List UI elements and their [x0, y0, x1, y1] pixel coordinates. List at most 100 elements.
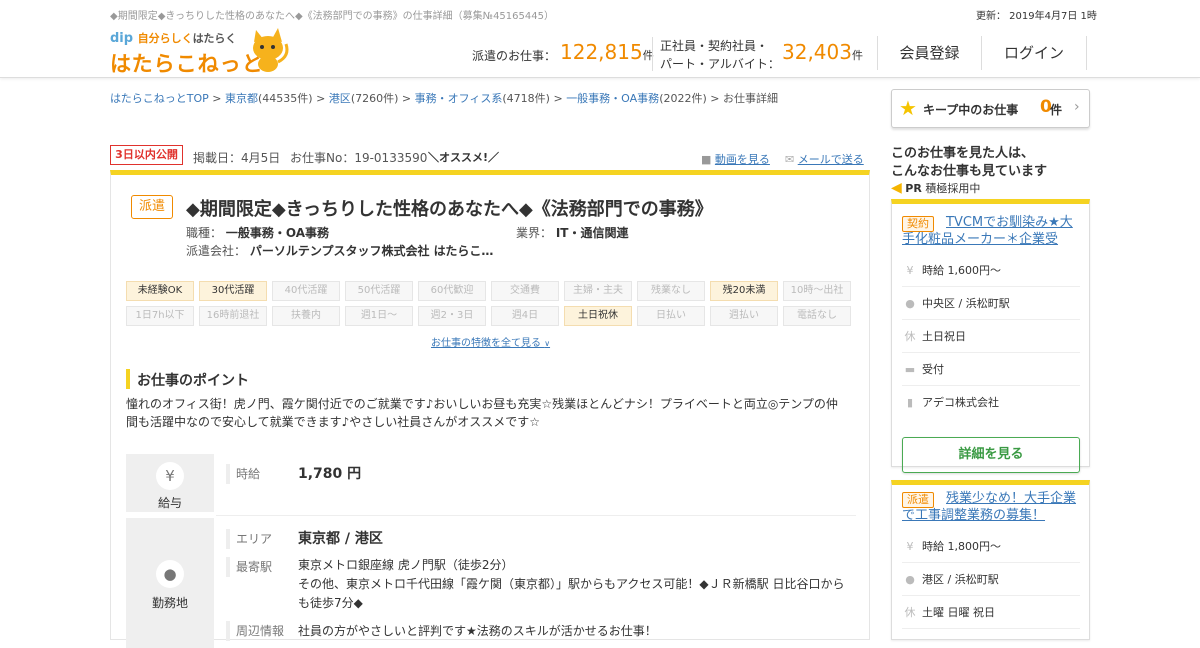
- location-section-header: ● 勤務地: [126, 518, 214, 648]
- breadcrumb-office[interactable]: 事務・オフィス系: [415, 92, 503, 105]
- holiday-row: 休土日祝日: [902, 320, 1080, 353]
- breadcrumb-top[interactable]: はたらこねっとTOP: [110, 92, 209, 105]
- holiday-icon: 休: [904, 330, 916, 343]
- new-badge: 3日以内公開: [110, 145, 183, 165]
- feature-tag: 電話なし: [783, 306, 851, 326]
- detail-button[interactable]: 詳細を見る: [902, 437, 1080, 473]
- job-type-badge: 派遣: [131, 195, 173, 219]
- breadcrumb-current: お仕事詳細: [722, 92, 778, 105]
- site-header: ◆期間限定◆きっちりした性格のあなたへ◆《法務部門での事務》の仕事詳細（募集№4…: [0, 0, 1200, 78]
- feature-tag: 土日祝休: [564, 306, 632, 326]
- video-link[interactable]: ■ 動画を見る: [701, 151, 770, 167]
- feature-tag: 主婦・主夫: [564, 281, 632, 301]
- breadcrumb-count: (7260件): [350, 92, 399, 105]
- feature-tag: 週1日～: [345, 306, 413, 326]
- place-row: ● 中央区 / 浜松町駅: [902, 287, 1080, 320]
- briefcase-icon: ▬: [904, 363, 916, 376]
- salary-section-header: ¥ 給与: [126, 454, 214, 512]
- job-number: お仕事No：19-0133590: [290, 151, 428, 165]
- related-job-title[interactable]: 残業少なめ！大手企業で工事調整業務の募集！: [902, 490, 1082, 524]
- mail-icon: ✉: [785, 153, 795, 166]
- breadcrumb-sep: >: [553, 92, 563, 105]
- breadcrumb-tokyo[interactable]: 東京都: [225, 92, 258, 105]
- feature-tag: 週払い: [710, 306, 778, 326]
- around-value: 社員の方がやさしいと評判です★法務のスキルが活かせるお仕事！: [298, 624, 657, 638]
- salary-label: 時給: [226, 464, 260, 484]
- job-title: ◆期間限定◆きっちりした性格のあなたへ◆《法務部門での事務》: [186, 199, 713, 220]
- company-row: ▮ アデコ株式会社: [902, 386, 1080, 419]
- register-button[interactable]: 会員登録: [877, 36, 981, 70]
- logo-tagline: dip 自分らしくはたらく: [110, 31, 237, 46]
- map-pin-icon: ●: [156, 560, 184, 588]
- around-label: 周辺情報: [226, 621, 284, 641]
- pr-label: ◀ PR 積極採用中: [891, 180, 981, 196]
- video-link-label[interactable]: 動画を見る: [715, 153, 770, 166]
- salary-value: 1,780 円: [298, 466, 362, 482]
- station-value: 東京メトロ銀座線 虎ノ門駅（徒歩2分） その他、東京メトロ千代田線「霞ケ関（東京…: [298, 558, 845, 610]
- breadcrumb-count: (4718件): [502, 92, 550, 105]
- holiday-icon: 休: [904, 606, 916, 619]
- jobtype-row: ▬ 受付: [902, 353, 1080, 386]
- chevron-down-icon: ∨: [544, 339, 551, 348]
- building-icon: ▮: [906, 396, 914, 409]
- divider: [652, 37, 653, 71]
- job-detail-card: 派遣 ◆期間限定◆きっちりした性格のあなたへ◆《法務部門での事務》 職種： 一般…: [110, 170, 870, 648]
- star-icon: ★: [899, 96, 917, 120]
- feature-tag: 1日7h以下: [126, 306, 194, 326]
- megaphone-icon: ◀: [891, 180, 902, 196]
- updated-time: 更新： 2019年4月7日 1時: [976, 11, 1097, 22]
- related-job-title[interactable]: TVCMでお馴染み★大手化粧品メーカー＊企業受: [902, 214, 1082, 248]
- related-job-card-2[interactable]: 派遣 残業少なめ！大手企業で工事調整業務の募集！ ¥ 時給 1,800円～ ● 港区…: [891, 480, 1090, 640]
- all-features-link[interactable]: お仕事の特徴を全て見る ∨: [431, 334, 550, 349]
- feature-tag: 50代活躍: [345, 281, 413, 301]
- map-pin-icon: ●: [905, 573, 915, 586]
- breadcrumb-sep: >: [212, 92, 222, 105]
- mail-link-label[interactable]: メールで送る: [798, 153, 864, 166]
- feature-tag: 残業なし: [637, 281, 705, 301]
- holiday-row: 休土曜 日曜 祝日: [902, 596, 1080, 629]
- breadcrumb-sep: >: [710, 92, 720, 105]
- breadcrumb-minato[interactable]: 港区: [329, 92, 351, 105]
- job-point-text: 憧れのオフィス街！虎ノ門、霞ケ関付近でのご就業です♪おいしいお昼も充実☆残業ほと…: [126, 397, 838, 429]
- feature-tag: 週4日: [491, 306, 559, 326]
- fulltime-count-label: 正社員・契約社員・ パート・アルバイト：: [660, 39, 780, 71]
- job-point-heading: お仕事のポイント: [137, 373, 249, 389]
- cat-mascot-icon: [253, 28, 289, 72]
- related-heading: このお仕事を見た人は、 こんなお仕事も見ています: [891, 146, 1048, 179]
- divider: [216, 515, 856, 516]
- yen-icon: ¥: [156, 462, 184, 490]
- posted-date: 掲載日：4月5日: [193, 151, 281, 165]
- feature-tag: 30代活躍: [199, 281, 267, 301]
- logo-wordmark: はたらこねっと: [110, 52, 264, 76]
- keep-label: キープ中のお仕事: [923, 103, 1019, 117]
- breadcrumb-sep: >: [316, 92, 326, 105]
- breadcrumb-count: (2022件): [659, 92, 707, 105]
- keep-list-button[interactable]: ★ キープ中のお仕事 0 件 ›: [891, 89, 1090, 128]
- map-pin-icon: ●: [905, 297, 915, 310]
- wage-row: ¥ 時給 1,600円～: [902, 254, 1080, 287]
- related-job-card-1[interactable]: 契約 TVCMでお馴染み★大手化粧品メーカー＊企業受 ¥ 時給 1,600円～ ●…: [891, 199, 1090, 473]
- breadcrumb-general-office[interactable]: 一般事務・OA事務: [566, 92, 659, 105]
- wage-row: ¥ 時給 1,800円～: [902, 530, 1080, 563]
- feature-tag: 10時～出社: [783, 281, 851, 301]
- industry: 業界： IT・通信関連: [516, 226, 629, 240]
- feature-tag: 60代歓迎: [418, 281, 486, 301]
- feature-tag: 扶養内: [272, 306, 340, 326]
- station-label: 最寄駅: [226, 557, 272, 577]
- feature-tag: 未経験OK: [126, 281, 194, 301]
- feature-tag: 日払い: [637, 306, 705, 326]
- fulltime-count-value: 32,403件: [782, 40, 863, 64]
- breadcrumb: はたらこねっとTOP > 東京都(44535件) > 港区(7260件) > 事…: [110, 90, 778, 106]
- feature-tag: 週2・3日: [418, 306, 486, 326]
- chevron-right-icon: ›: [1074, 99, 1080, 115]
- breadcrumb-sep: >: [401, 92, 412, 105]
- area-value: 東京都 / 港区: [298, 531, 383, 547]
- yen-icon: ¥: [906, 264, 914, 277]
- breadcrumb-count: (44535件): [258, 92, 313, 105]
- login-button[interactable]: ログイン: [981, 36, 1087, 70]
- salary-section-label: 給与: [157, 496, 182, 510]
- dispatch-count: 派遣のお仕事：: [472, 49, 557, 63]
- agency: 派遣会社： パーソルテンプスタッフ株式会社 はたらこ…: [186, 244, 494, 258]
- mail-link[interactable]: ✉ メールで送る: [785, 151, 864, 167]
- section-accent: [126, 369, 130, 389]
